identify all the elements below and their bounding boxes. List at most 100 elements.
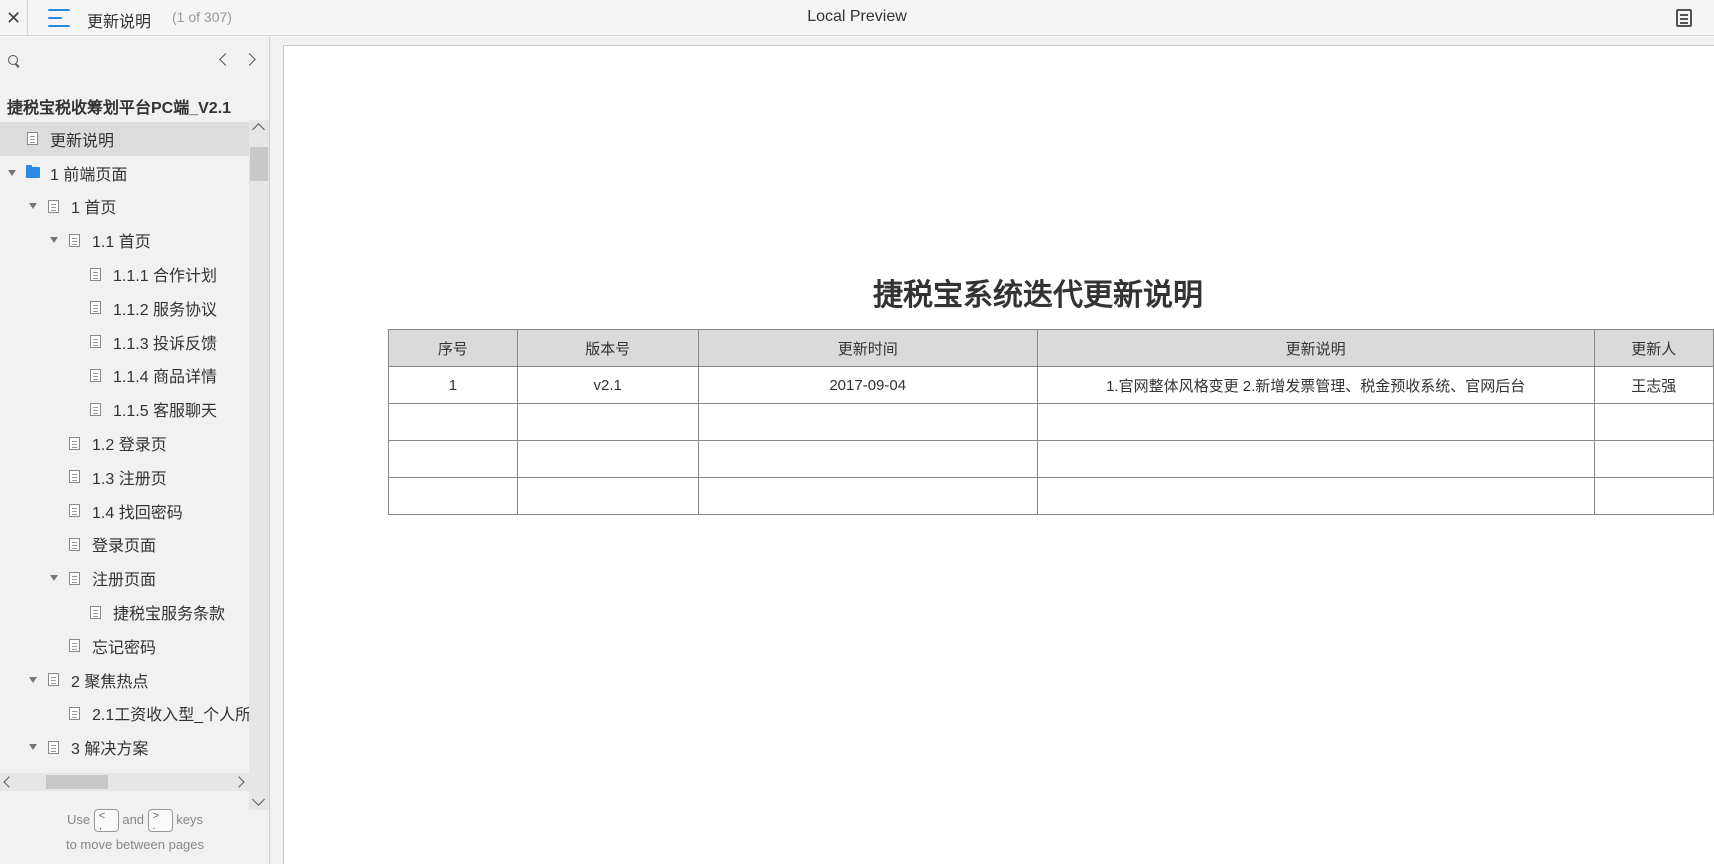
table-cell: 王志强	[1593, 366, 1714, 404]
sidebar-tree-item[interactable]: 登录页面	[0, 528, 250, 562]
sidebar-tree-item-label: 1.1 首页	[92, 234, 151, 252]
search-icon[interactable]	[8, 55, 20, 67]
sidebar-tree-item-label: 1 首页	[71, 200, 117, 218]
sidebar-tree-item[interactable]: 2.1工资收入型_个人所得税	[0, 697, 250, 731]
close-button[interactable]: ✕	[0, 0, 28, 36]
table-row	[388, 477, 1714, 515]
column-header: 更新说明	[1036, 329, 1595, 367]
sidebar-tree-item[interactable]: 1 前端页面	[0, 156, 250, 190]
table-cell	[388, 440, 518, 478]
sidebar-tree-item-label: 1.2 登录页	[92, 437, 167, 455]
scroll-up-arrow-icon[interactable]	[252, 123, 265, 136]
page-icon	[69, 639, 80, 653]
next-key-icon: > .	[147, 809, 173, 833]
page-icon	[48, 740, 59, 754]
sidebar-tree-item[interactable]: 1.2 登录页	[0, 426, 250, 460]
page-icon	[69, 706, 80, 720]
hint-use-text: Use	[66, 812, 91, 827]
sidebar-tree-item-label: 1.1.4 商品详情	[113, 369, 218, 387]
table-cell	[697, 403, 1038, 441]
table-header-row: 序号 版本号 更新时间 更新说明 更新人	[388, 329, 1714, 367]
sidebar-tree-item[interactable]: 2 聚焦热点	[0, 663, 250, 697]
table-cell	[1036, 440, 1595, 478]
page-icon	[90, 605, 101, 619]
scroll-down-arrow-icon[interactable]	[252, 793, 265, 806]
sidebar-tree-item[interactable]: 忘记密码	[0, 629, 250, 663]
page-icon	[48, 199, 59, 213]
column-header: 更新人	[1593, 329, 1714, 367]
table-row	[388, 403, 1714, 441]
page-icon	[90, 402, 101, 416]
sidebar-tree-item[interactable]: 1.1.4 商品详情	[0, 359, 250, 393]
scroll-left-arrow-icon[interactable]	[3, 776, 15, 788]
expand-caret-icon[interactable]	[29, 203, 37, 210]
expand-caret-icon[interactable]	[29, 676, 37, 683]
scroll-right-arrow-icon[interactable]	[233, 776, 245, 788]
previous-page-button[interactable]	[215, 51, 233, 69]
table-cell	[1593, 477, 1714, 515]
page-icon	[48, 673, 59, 687]
page-icon	[27, 132, 38, 146]
sidebar-tree-item-label: 1.1.5 客服聊天	[113, 403, 218, 421]
expand-caret-icon[interactable]	[29, 744, 37, 751]
sidebar-tree-item-label: 忘记密码	[92, 639, 157, 657]
table-cell	[1593, 403, 1714, 441]
sidebar-tree-item[interactable]: 注册页面	[0, 561, 250, 595]
sidebar-tree-item[interactable]: 1.1 首页	[0, 223, 250, 257]
table-row	[388, 440, 1714, 478]
page-icon	[69, 571, 80, 585]
app-title: Local Preview	[807, 8, 907, 25]
table-cell	[1036, 477, 1595, 515]
sidebar-tree-item-label: 2 聚焦热点	[71, 673, 149, 691]
document-page: 捷税宝系统迭代更新说明 序号 版本号 更新时间 更新说明 更新人 1 v2.1 20…	[283, 45, 1714, 864]
document-view-icon[interactable]	[1676, 9, 1692, 27]
expand-caret-icon[interactable]	[8, 169, 16, 176]
table-cell	[516, 477, 699, 515]
table-cell	[1593, 440, 1714, 478]
sidebar: 捷税宝税收筹划平台PC端_V2.1 更新说明 1 前端页面 1 首页 1.1 首页 1.…	[0, 37, 270, 864]
sidebar-tree-item[interactable]: 1.4 找回密码	[0, 494, 250, 528]
vertical-scrollbar[interactable]	[249, 120, 269, 810]
horizontal-scrollbar[interactable]	[0, 773, 249, 791]
next-page-button[interactable]	[243, 51, 261, 69]
sidebar-tree-item[interactable]: 捷税宝服务条款	[0, 595, 250, 629]
top-bar: ✕ 更新说明 (1 of 307) Local Preview	[0, 0, 1714, 36]
sidebar-tree-item-label: 1.4 找回密码	[92, 504, 183, 522]
sidebar-tree-item-label: 1.1.2 服务协议	[113, 301, 218, 319]
sidebar-tree-item-label: 3 解决方案	[71, 741, 149, 759]
document-heading: 捷税宝系统迭代更新说明	[873, 279, 1203, 312]
sidebar-tree-item[interactable]: 1.1.3 投诉反馈	[0, 325, 250, 359]
sidebar-tree-item-label: 注册页面	[92, 572, 157, 590]
table-cell	[516, 403, 699, 441]
menu-icon[interactable]	[48, 9, 70, 27]
page-icon	[69, 436, 80, 450]
expand-caret-icon[interactable]	[50, 237, 58, 244]
page-tree: 更新说明 1 前端页面 1 首页 1.1 首页 1.1.1 合作计划 1.1.2 服务协议…	[0, 122, 250, 810]
folder-icon	[26, 165, 40, 179]
sidebar-tree-item[interactable]: 1.1.1 合作计划	[0, 257, 250, 291]
horizontal-scroll-thumb[interactable]	[46, 775, 108, 789]
table-cell: 1.官网整体风格变更 2.新增发票管理、税金预收系统、官网后台	[1036, 366, 1595, 404]
table-row: 1 v2.1 2017-09-04 1.官网整体风格变更 2.新增发票管理、税金预收系…	[388, 366, 1714, 404]
table-cell	[516, 440, 699, 478]
sidebar-tree-item[interactable]: 3 解决方案	[0, 730, 250, 764]
hint-line2-text: to move between pages	[65, 837, 205, 853]
sidebar-tree-item-label: 2.1工资收入型_个人所得税	[92, 707, 250, 725]
page-icon	[69, 470, 80, 484]
sidebar-tree-item[interactable]: 1.1.5 客服聊天	[0, 392, 250, 426]
sidebar-tree-item[interactable]: 1.3 注册页	[0, 460, 250, 494]
project-title: 捷税宝税收筹划平台PC端_V2.1	[7, 100, 232, 117]
page-icon	[69, 504, 80, 518]
expand-caret-icon[interactable]	[50, 575, 58, 582]
page-counter: (1 of 307)	[172, 9, 232, 25]
sidebar-tree-item[interactable]: 更新说明	[0, 122, 250, 156]
sidebar-tree-item[interactable]: 1.1.2 服务协议	[0, 291, 250, 325]
hint-and-text: and	[122, 812, 145, 827]
sidebar-tree-item-label: 1 前端页面	[50, 166, 128, 184]
current-page-title: 更新说明	[87, 14, 152, 31]
sidebar-tree-item-label: 捷税宝服务条款	[113, 606, 226, 624]
prev-key-icon: < ,	[93, 809, 119, 833]
sidebar-tree-item[interactable]: 1 首页	[0, 190, 250, 224]
vertical-scroll-thumb[interactable]	[250, 147, 268, 181]
column-header: 序号	[388, 329, 518, 367]
